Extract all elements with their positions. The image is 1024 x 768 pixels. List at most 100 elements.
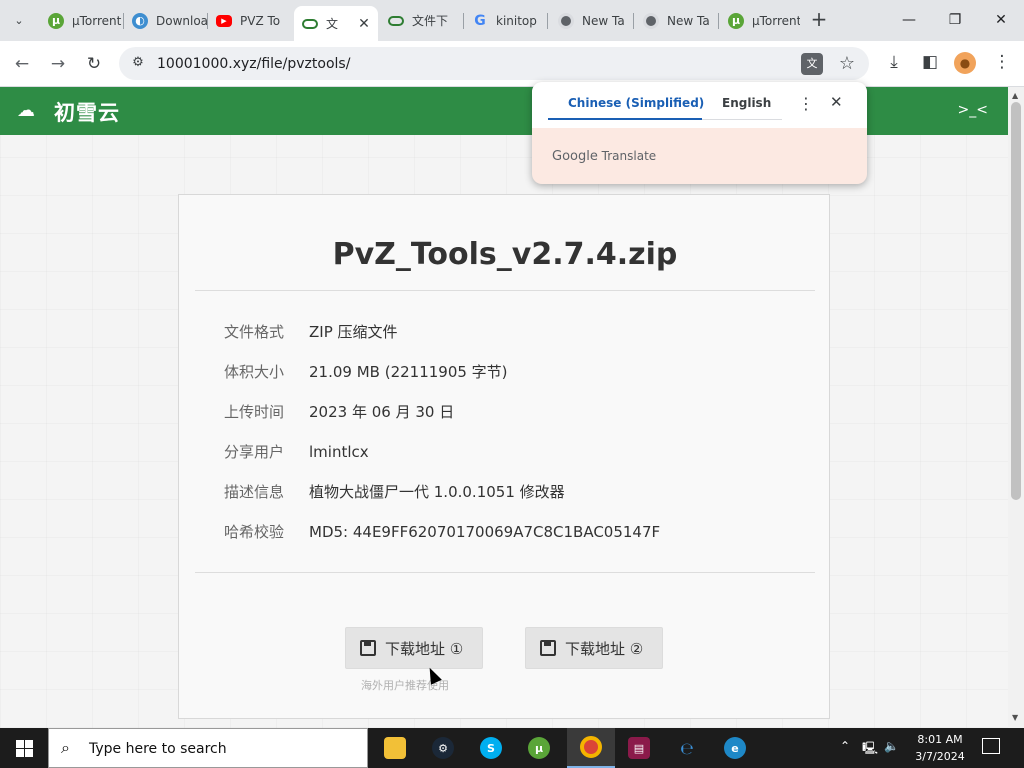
tab-new-tab-2[interactable]: New Ta [635,6,719,35]
tab-separator [718,13,719,29]
scroll-up-arrow-icon[interactable]: ▲ [1012,91,1018,100]
tab-source-language[interactable]: Chinese (Simplified) [568,96,704,110]
floppy-disk-icon [360,640,376,656]
tab-new-tab-1[interactable]: New Ta [550,6,634,35]
file-title: PvZ_Tools_v2.7.4.zip [332,237,678,272]
info-row-hash: 哈希校验 MD5: 44E9FF62070170069A7C8C1BAC05147… [224,521,660,545]
taskbar-skype[interactable]: S [467,728,515,768]
taskbar-app[interactable]: ℮ [663,728,711,768]
info-label: 描述信息 [224,483,285,501]
menu-kebab-icon[interactable]: ⋮ [990,52,1014,76]
tab-pvz-youtube[interactable]: ▶ PVZ To [208,6,292,35]
info-row-upload-time: 上传时间 2023 年 06 月 30 日 [224,401,454,425]
tab-search-icon[interactable]: ⌄ [8,9,30,31]
chrome-icon [580,736,602,758]
search-icon: ⌕ [61,738,70,757]
tab-utorrent[interactable]: µ µTorrent [40,6,124,35]
cloud-icon [302,18,318,29]
tab-active-page[interactable]: 文 ✕ [294,6,378,41]
site-info-icon[interactable]: ⚙ [129,55,147,73]
side-panel-icon[interactable]: ◧ [918,52,942,76]
google-translate-brand: Google Translate [552,149,656,164]
close-window-button[interactable]: ✕ [978,0,1024,40]
info-label: 上传时间 [224,403,285,421]
volume-icon[interactable]: 🔈 [884,739,899,753]
steam-icon: ⚙ [432,737,454,759]
taskbar-clock[interactable]: 8:01 AM 3/7/2024 [905,731,975,765]
tab-baseline [702,119,782,120]
tab-strip: ⌄ µ µTorrent ◐ Download ▶ PVZ To 文 ✕ 文件下… [0,0,1024,41]
download-button-label: 下载地址 ① [385,639,464,658]
network-icon[interactable]: 🖳 [862,739,878,760]
translate-word: Translate [601,149,657,163]
minimize-button[interactable]: — [886,0,932,40]
address-bar[interactable]: ⚙ 10001000.xyz/file/pvztools/ 文 ☆ [119,47,869,80]
notification-icon[interactable] [982,738,1000,754]
translate-icon[interactable]: 文 [801,53,823,75]
taskbar-edge[interactable]: e [711,728,759,768]
app-icon: ℮ [680,738,694,758]
info-row-size: 体积大小 21.09 MB (22111905 字节) [224,361,508,385]
edge-icon: e [724,737,746,759]
more-options-icon[interactable]: ⋮ [798,94,814,113]
scrollbar-thumb[interactable] [1011,102,1021,500]
taskbar-file-explorer[interactable] [371,728,419,768]
header-right-text[interactable]: >_< [958,102,988,118]
close-icon[interactable]: ✕ [830,93,843,111]
tab-kinitop[interactable]: G kinitop [464,6,548,35]
cloud-icon [388,15,404,26]
reload-button[interactable]: ↻ [80,50,108,78]
info-row-user: 分享用户 lmintlcx [224,441,369,465]
url-text[interactable]: 10001000.xyz/file/pvztools/ [157,56,350,72]
file-card: PvZ_Tools_v2.7.4.zip 文件格式 ZIP 压缩文件 体积大小 21… [178,194,830,719]
chrome-icon [558,12,574,29]
tab-separator [547,13,548,29]
taskbar-search-box[interactable]: ⌕ Type here to search [48,728,368,768]
site-name[interactable]: 初雪云 [54,97,120,127]
download-icon[interactable]: ⤓ [882,52,906,76]
taskbar-utorrent[interactable]: µ [515,728,563,768]
winrar-icon: ▤ [628,737,650,759]
youtube-icon: ▶ [216,14,232,27]
info-value: 植物大战僵尸一代 1.0.0.1051 修改器 [309,483,565,501]
info-value: MD5: 44E9FF62070170069A7C8C1BAC05147F [309,523,661,541]
windows-logo-icon [15,748,24,757]
clock-date: 3/7/2024 [915,750,965,763]
scroll-down-arrow-icon[interactable]: ▼ [1012,713,1018,722]
taskbar-steam[interactable]: ⚙ [419,728,467,768]
info-value: ZIP 压缩文件 [309,323,398,341]
windows-logo-icon [15,739,24,748]
active-tab-indicator [548,118,702,120]
folder-icon [384,737,406,759]
back-button[interactable]: ← [8,50,36,78]
divider [195,572,815,573]
taskbar-winrar[interactable]: ▤ [615,728,663,768]
windows-start-button[interactable] [0,728,48,768]
utorrent-icon: µ [48,12,64,29]
tab-utorrent-2[interactable]: µ µTorrent [720,6,800,35]
utorrent-icon: µ [528,737,550,759]
google-icon: G [474,12,486,29]
tab-target-language[interactable]: English [722,96,771,110]
tray-chevron-up-icon[interactable]: ⌃ [840,739,850,753]
new-tab-button[interactable]: + [807,8,831,32]
tab-download[interactable]: ◐ Download [124,6,208,35]
info-label: 体积大小 [224,363,285,381]
profile-avatar[interactable]: ● [954,52,978,76]
bookmark-star-icon[interactable]: ☆ [839,53,855,74]
taskbar-chrome[interactable] [567,728,615,768]
maximize-button[interactable]: ❐ [932,0,978,40]
windows-logo-icon [24,748,33,757]
download-button-1[interactable]: 下载地址 ① [345,627,483,669]
tab-file-download[interactable]: 文件下 [380,6,464,35]
info-label: 分享用户 [224,443,285,461]
avatar: ● [954,52,976,74]
close-icon[interactable]: ✕ [356,16,372,32]
download-button-2[interactable]: 下载地址 ② [525,627,663,669]
info-row-format: 文件格式 ZIP 压缩文件 [224,321,398,345]
forward-button[interactable]: → [44,50,72,78]
download-button-label: 下载地址 ② [565,639,644,658]
clock-time: 8:01 AM [917,733,963,746]
floppy-disk-icon [540,640,556,656]
tab-separator [633,13,634,29]
